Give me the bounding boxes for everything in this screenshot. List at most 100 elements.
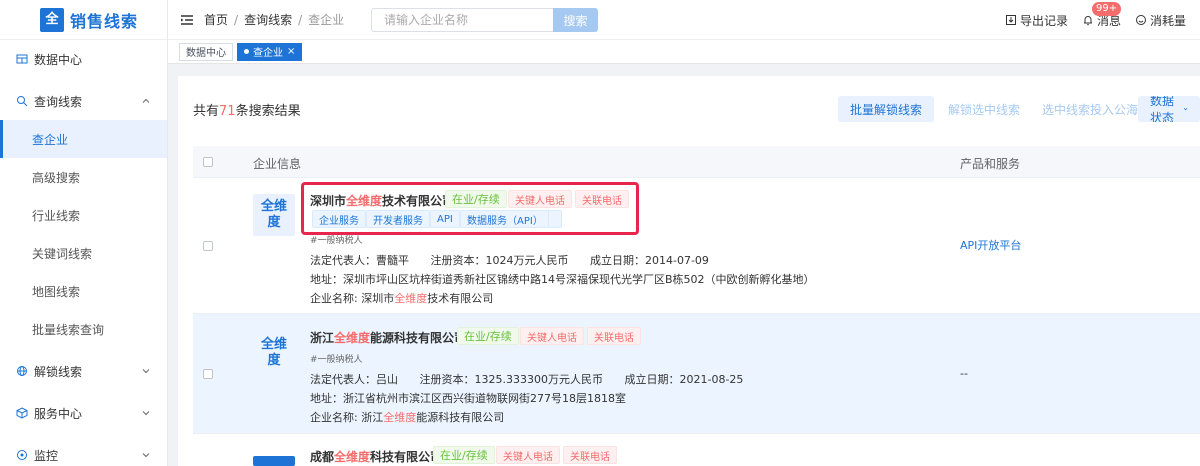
company-address: 地址：浙江省杭州市滨江区西兴街道物联网街277号18层1818室 bbox=[310, 390, 626, 406]
company-search-input[interactable] bbox=[371, 8, 553, 32]
sidebar-item-label: 解锁线索 bbox=[34, 364, 83, 379]
company-name[interactable]: 成都全维度科技有限公司 bbox=[310, 448, 442, 465]
tab-label: 数据中心 bbox=[186, 48, 226, 59]
legal-rep-label: 法定代表人： bbox=[310, 373, 376, 386]
select-all-checkbox[interactable] bbox=[203, 157, 213, 167]
breadcrumb: 首页 / 查询线索 / 查企业 bbox=[204, 11, 344, 28]
logo-text-top: 全维 bbox=[260, 337, 287, 352]
logo-icon: 全 bbox=[40, 7, 64, 32]
product-link[interactable]: API开放平台 bbox=[960, 237, 1021, 253]
result-count: 共有71条搜索结果 bbox=[193, 100, 301, 119]
company-fullname: 企业名称: 深圳市全维度技术有限公司 bbox=[310, 290, 493, 306]
sidebar-item-keyword-leads[interactable]: 关键词线索 bbox=[0, 234, 167, 272]
related-phone-tag[interactable]: 关联电话 bbox=[563, 446, 617, 464]
main-content: 共有71条搜索结果 批量解锁线索 解锁选中线索 选中线索投入公海 数据状态 企业… bbox=[178, 76, 1200, 466]
related-phone-tag[interactable]: 关联电话 bbox=[587, 327, 641, 345]
logo-text-bottom: 度 bbox=[267, 353, 281, 368]
export-label: 导出记录 bbox=[1019, 13, 1068, 28]
header-actions: 导出记录 消息 99+ 消耗量 bbox=[991, 0, 1200, 40]
sidebar-item-data-center[interactable]: 数据中心 bbox=[0, 40, 167, 78]
app-logo[interactable]: 全 销售线索 bbox=[0, 0, 167, 40]
company-basic-info: 法定代表人：曹髓平 注册资本：1024万元人民币 成立日期：2014-07-09 bbox=[310, 252, 709, 268]
header-products: 产品和服务 bbox=[960, 157, 1021, 171]
founded-date: 2021-08-25 bbox=[679, 373, 744, 386]
name-highlight: 全维度 bbox=[334, 450, 371, 464]
company-name[interactable]: 浙江全维度能源科技有限公司 bbox=[310, 329, 466, 346]
monitor-icon bbox=[17, 450, 27, 460]
legal-rep: 吕山 bbox=[376, 373, 398, 386]
export-records-button[interactable]: 导出记录 bbox=[1005, 12, 1068, 29]
breadcrumb-separator: / bbox=[298, 12, 303, 27]
legal-rep-label: 法定代表人： bbox=[310, 254, 376, 267]
breadcrumb-home[interactable]: 首页 bbox=[204, 11, 228, 28]
fullname-part: 深圳市 bbox=[361, 292, 395, 305]
capital-label: 注册资本： bbox=[419, 373, 475, 386]
row-checkbox[interactable] bbox=[203, 369, 213, 379]
app-title: 销售线索 bbox=[70, 11, 139, 31]
sidebar: 全 销售线索 数据中心 查询线索 查企业 高级搜索 行业线索 关键词线索 地图线… bbox=[0, 0, 168, 466]
usage-button[interactable]: 消耗量 bbox=[1135, 12, 1186, 29]
logo-text-bottom: 度 bbox=[267, 215, 281, 230]
sidebar-item-label: 服务中心 bbox=[34, 406, 83, 421]
globe-icon bbox=[17, 366, 27, 376]
sidebar-item-label: 数据中心 bbox=[34, 52, 83, 67]
founded-date: 2014-07-09 bbox=[645, 254, 709, 267]
name-highlight: 全维度 bbox=[334, 331, 371, 345]
fullname-label: 企业名称: bbox=[310, 292, 358, 305]
row-checkbox[interactable] bbox=[203, 241, 213, 251]
fullname-part: 技术有限公司 bbox=[427, 292, 494, 305]
company-logo: 全维度 bbox=[253, 332, 295, 374]
move-to-pool-button[interactable]: 选中线索投入公海 bbox=[1030, 96, 1150, 122]
menu-fold-icon[interactable] bbox=[180, 13, 194, 27]
sidebar-item-service-center[interactable]: 服务中心 bbox=[0, 394, 167, 432]
query-icon bbox=[17, 96, 28, 107]
breadcrumb-query[interactable]: 查询线索 bbox=[244, 11, 292, 28]
key-person-phone-tag[interactable]: 关键人电话 bbox=[520, 327, 584, 345]
box-icon bbox=[16, 407, 28, 419]
sidebar-item-monitor[interactable]: 监控 bbox=[0, 436, 167, 466]
chevron-down-icon bbox=[142, 369, 150, 374]
taxpayer-type: #一般纳税人 bbox=[310, 355, 363, 365]
breadcrumb-separator: / bbox=[234, 12, 239, 27]
company-logo: 全维度 bbox=[253, 194, 295, 236]
tabs-bar: 数据中心 查企业 × bbox=[168, 40, 1200, 64]
chevron-down-icon bbox=[142, 453, 150, 458]
key-person-phone-tag[interactable]: 关键人电话 bbox=[496, 446, 560, 464]
sidebar-item-label: 查询线索 bbox=[34, 94, 83, 109]
address-value: 深圳市坪山区坑梓街道秀新社区锦绣中路14号深福保现代光学厂区B栋502（中欧创新… bbox=[343, 273, 815, 286]
capital-label: 注册资本： bbox=[430, 254, 486, 267]
tab-company-search[interactable]: 查企业 × bbox=[237, 42, 303, 61]
messages-button[interactable]: 消息 99+ bbox=[1082, 1, 1122, 29]
table-header: 企业信息 产品和服务 bbox=[193, 146, 1200, 178]
sidebar-item-unlock-leads[interactable]: 解锁线索 bbox=[0, 352, 167, 390]
name-part: 成都 bbox=[310, 450, 335, 464]
founded-label: 成立日期： bbox=[624, 373, 680, 386]
sidebar-item-map-leads[interactable]: 地图线索 bbox=[0, 272, 167, 310]
sidebar-item-company-search[interactable]: 查企业 bbox=[0, 120, 167, 158]
chevron-down-icon bbox=[142, 411, 150, 416]
sidebar-item-query-leads[interactable]: 查询线索 bbox=[0, 82, 167, 120]
sidebar-item-advanced-search[interactable]: 高级搜索 bbox=[0, 158, 167, 196]
close-icon[interactable]: × bbox=[287, 46, 295, 57]
chevron-down-icon bbox=[1183, 108, 1188, 111]
fullname-part: 浙江 bbox=[361, 411, 384, 424]
table-row[interactable]: 成都全维度科技有限公司 在业/存续 关键人电话 关联电话 bbox=[193, 434, 1200, 466]
top-header: 首页 / 查询线索 / 查企业 搜索 导出记录 消息 99+ 消耗量 bbox=[168, 0, 1200, 40]
registered-capital: 1024万元人民币 bbox=[485, 254, 569, 267]
unlock-selected-button[interactable]: 解锁选中线索 bbox=[936, 96, 1032, 122]
active-dot-icon bbox=[244, 49, 249, 54]
result-suffix: 条搜索结果 bbox=[235, 104, 301, 119]
sidebar-item-batch-query[interactable]: 批量线索查询 bbox=[0, 310, 167, 348]
batch-unlock-button[interactable]: 批量解锁线索 bbox=[838, 96, 935, 122]
product-empty: -- bbox=[960, 367, 968, 380]
data-status-dropdown[interactable]: 数据状态 bbox=[1138, 96, 1200, 122]
registered-capital: 1325.333300万元人民币 bbox=[474, 373, 603, 386]
sidebar-item-industry-leads[interactable]: 行业线索 bbox=[0, 196, 167, 234]
company-basic-info: 法定代表人：吕山 注册资本：1325.333300万元人民币 成立日期：2021… bbox=[310, 371, 743, 387]
table-row[interactable]: 全维度 浙江全维度能源科技有限公司 在业/存续 关键人电话 关联电话 #一般纳税… bbox=[193, 314, 1200, 434]
company-address: 地址：深圳市坪山区坑梓街道秀新社区锦绣中路14号深福保现代光学厂区B栋502（中… bbox=[310, 271, 815, 287]
search-button[interactable]: 搜索 bbox=[553, 8, 598, 32]
header-company-info: 企业信息 bbox=[253, 157, 302, 171]
fullname-highlight: 全维度 bbox=[394, 292, 428, 305]
tab-data-center[interactable]: 数据中心 bbox=[179, 42, 233, 61]
